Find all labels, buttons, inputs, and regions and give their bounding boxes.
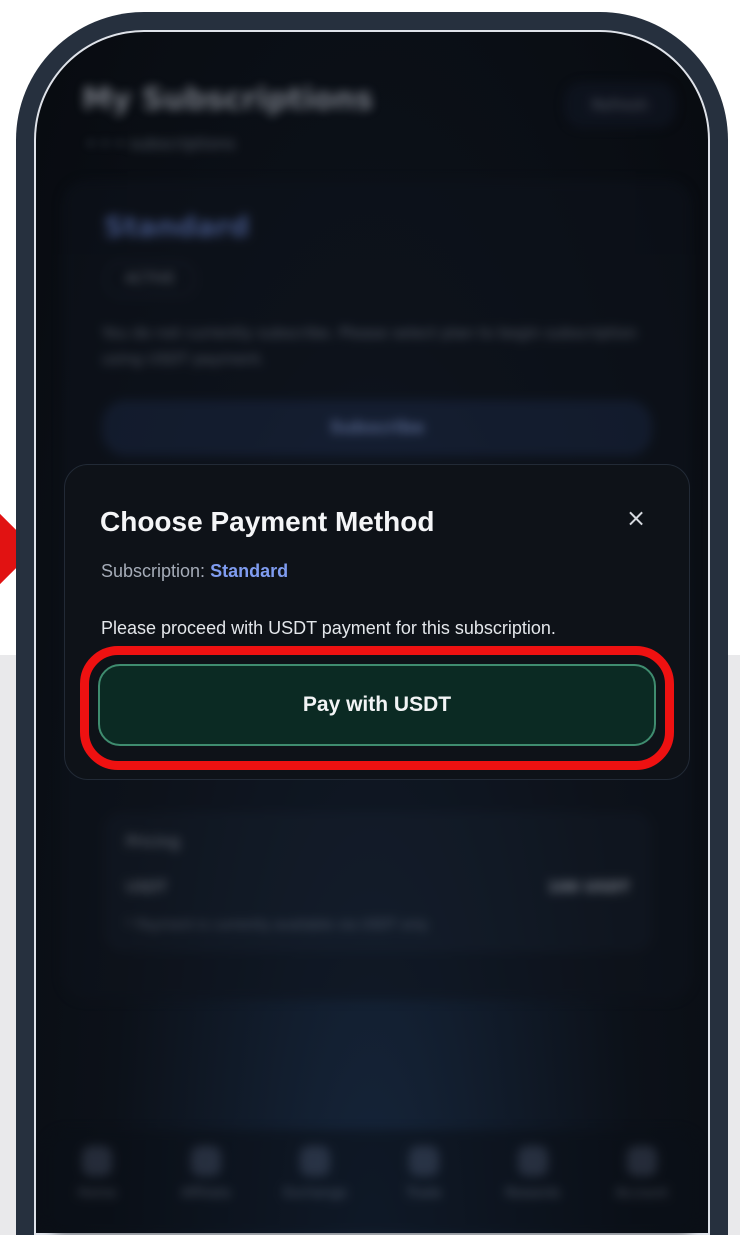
status-badge: ACTIVE (106, 262, 195, 296)
subscription-line: Subscription: Standard (101, 561, 288, 582)
pricing-card: Pricing USDT 100 USDT * Payment is curre… (104, 812, 652, 952)
modal-title: Choose Payment Method (100, 506, 435, 537)
nav-label: Home (77, 1186, 117, 1201)
nav-label: Exchange (283, 1186, 347, 1201)
plan-description: You do not currently subscribe. Please s… (102, 324, 637, 368)
nav-label: Rewards (505, 1186, 561, 1201)
subscription-label: Subscription: (101, 561, 206, 581)
pricing-title: Pricing (126, 832, 180, 851)
affiliate-icon (191, 1146, 221, 1176)
payment-message: Please proceed with USDT payment for thi… (101, 618, 556, 638)
subscription-plan: Standard (210, 561, 289, 581)
pricing-note: * Payment is currently available via USD… (126, 918, 429, 933)
pay-with-usdt-button[interactable]: Pay with USDT (98, 664, 656, 746)
nav-item-affiliate[interactable]: Affiliate (161, 1146, 251, 1201)
exchange-icon (300, 1146, 330, 1176)
pricing-amount: 100 USDT (547, 878, 630, 896)
page-subtitle: • • • subscriptions (86, 134, 236, 153)
account-icon (627, 1146, 657, 1176)
page-title: My Subscriptions (82, 82, 373, 117)
nav-item-rewards[interactable]: Rewards (488, 1146, 578, 1201)
bottom-nav: Home Affiliate Exchange Trade Rewards Ac… (44, 1130, 700, 1235)
nav-item-exchange[interactable]: Exchange (270, 1146, 360, 1201)
nav-label: Trade (406, 1186, 442, 1201)
nav-label: Affiliate (181, 1186, 231, 1201)
rewards-icon (518, 1146, 548, 1176)
pricing-currency: USDT (126, 878, 168, 896)
close-icon[interactable]: × (621, 503, 651, 533)
nav-item-trade[interactable]: Trade (379, 1146, 469, 1201)
subscribe-button[interactable]: Subscribe (102, 400, 652, 456)
trade-icon (409, 1146, 439, 1176)
plan-name: Standard (104, 210, 250, 243)
nav-label: Account (615, 1186, 669, 1201)
refresh-button[interactable]: Refresh (564, 82, 676, 128)
nav-item-home[interactable]: Home (52, 1146, 142, 1201)
nav-item-account[interactable]: Account (597, 1146, 687, 1201)
home-icon (82, 1146, 112, 1176)
